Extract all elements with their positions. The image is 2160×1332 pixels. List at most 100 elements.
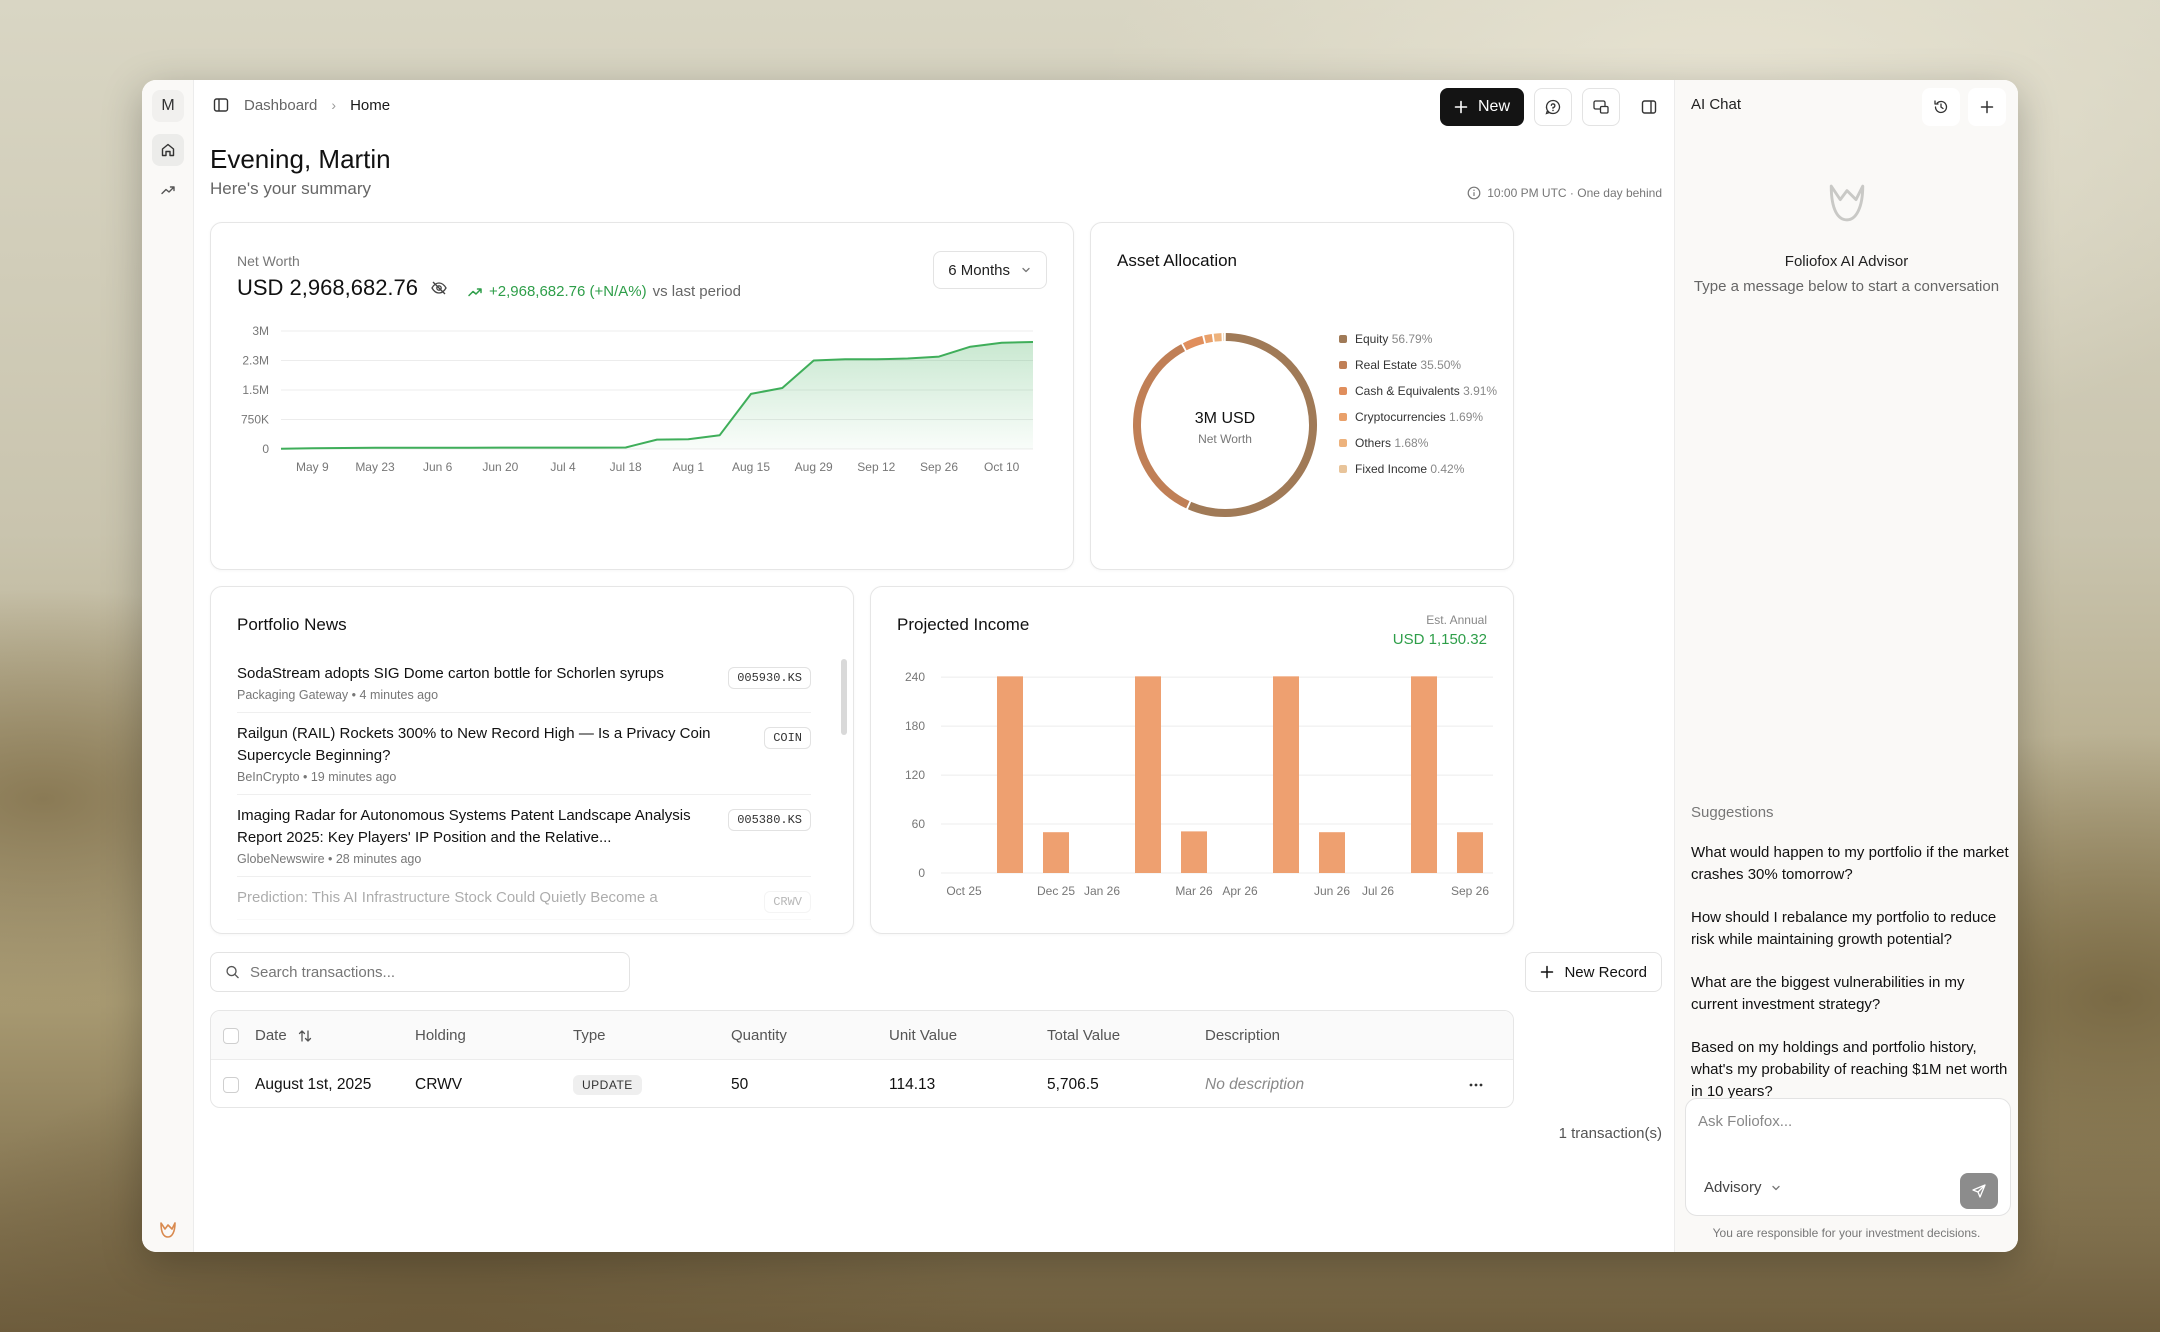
privacy-mode-button[interactable] bbox=[1582, 88, 1620, 126]
row-select-cell bbox=[223, 1060, 239, 1107]
income-bar[interactable] bbox=[1411, 676, 1437, 873]
select-all-cell bbox=[223, 1011, 239, 1060]
plus-icon bbox=[1454, 100, 1468, 114]
donut-slice[interactable] bbox=[1133, 344, 1190, 509]
row-quantity: 50 bbox=[731, 1075, 749, 1093]
net-worth-change-value: +2,968,682.76 (+N/A%) bbox=[489, 283, 647, 300]
toggle-chat-panel-button[interactable] bbox=[1630, 88, 1668, 126]
news-item[interactable]: Prediction: This AI Infrastructure Stock… bbox=[237, 877, 811, 920]
projected-income-chart: 0 60 120 180 240 Oct 25 Dec 25 Jan 26 Mar 26 Apr … bbox=[905, 670, 1493, 898]
col-date[interactable]: Date bbox=[255, 1011, 313, 1060]
chevron-down-icon bbox=[1022, 267, 1030, 273]
table-row[interactable]: August 1st, 2025 CRWV UPDATE 50 114.13 5… bbox=[211, 1060, 1513, 1107]
donut-slice[interactable] bbox=[1204, 333, 1213, 344]
sidebar-toggle-icon[interactable] bbox=[212, 96, 230, 114]
y-tick-label: 240 bbox=[905, 670, 925, 684]
suggestion-item[interactable]: Based on my holdings and portfolio histo… bbox=[1691, 1037, 2009, 1103]
mode-selector-label: Advisory bbox=[1704, 1179, 1762, 1196]
suggestion-item[interactable]: What are the biggest vulnerabilities in … bbox=[1691, 972, 2009, 1016]
news-item[interactable]: Imaging Radar for Autonomous Systems Pat… bbox=[237, 795, 811, 877]
legend-item: Cash & Equivalents 3.91% bbox=[1339, 383, 1509, 399]
news-list: SodaStream adopts SIG Dome carton bottle… bbox=[237, 653, 811, 920]
estimated-annual-value: USD 1,150.32 bbox=[1392, 631, 1487, 648]
news-ticker-badge[interactable]: CRWV bbox=[764, 891, 811, 913]
allocation-donut-chart: 3M USD Net Worth bbox=[1133, 333, 1317, 517]
mode-selector[interactable]: Advisory bbox=[1704, 1179, 1782, 1196]
x-tick-label: May 9 bbox=[296, 460, 329, 474]
x-tick-label: Sep 12 bbox=[857, 460, 895, 474]
x-tick-label: Sep 26 bbox=[1451, 884, 1489, 898]
net-worth-value: USD 2,968,682.76 bbox=[237, 275, 419, 300]
portfolio-news-title: Portfolio News bbox=[237, 615, 347, 634]
new-record-button[interactable]: New Record bbox=[1525, 952, 1662, 992]
home-icon bbox=[161, 143, 175, 157]
chat-history-button[interactable] bbox=[1922, 88, 1960, 126]
donut-slice[interactable] bbox=[1182, 335, 1205, 351]
income-bar[interactable] bbox=[1457, 832, 1483, 873]
topbar: Dashboard › Home New bbox=[194, 80, 1674, 132]
search-icon bbox=[226, 965, 239, 979]
range-dropdown[interactable]: 6 Months bbox=[933, 251, 1047, 289]
estimated-annual-label: Est. Annual bbox=[1426, 613, 1487, 627]
legend-swatch bbox=[1339, 361, 1347, 369]
info-icon bbox=[1467, 186, 1481, 200]
donut-slice[interactable] bbox=[1213, 333, 1222, 342]
sort-icon[interactable] bbox=[297, 1028, 313, 1044]
news-item[interactable]: SodaStream adopts SIG Dome carton bottle… bbox=[237, 653, 811, 713]
col-unit-value: Unit Value bbox=[889, 1027, 958, 1044]
income-bar[interactable] bbox=[1273, 676, 1299, 873]
news-headline[interactable]: Railgun (RAIL) Rockets 300% to New Recor… bbox=[237, 723, 811, 767]
row-actions-button[interactable] bbox=[1467, 1060, 1485, 1107]
plus-icon bbox=[1541, 965, 1554, 979]
suggestion-item[interactable]: What would happen to my portfolio if the… bbox=[1691, 842, 2009, 886]
send-button[interactable] bbox=[1960, 1173, 1998, 1209]
income-bar[interactable] bbox=[1319, 832, 1345, 873]
search-input[interactable] bbox=[249, 963, 615, 981]
news-item[interactable]: Railgun (RAIL) Rockets 300% to New Recor… bbox=[237, 713, 811, 795]
select-all-checkbox[interactable] bbox=[223, 1027, 239, 1044]
col-type: Type bbox=[573, 1027, 606, 1044]
x-tick-label: Aug 29 bbox=[795, 460, 833, 474]
legend-text: Cryptocurrencies 1.69% bbox=[1355, 409, 1483, 425]
news-headline[interactable]: SodaStream adopts SIG Dome carton bottle… bbox=[237, 663, 811, 685]
feedback-button[interactable] bbox=[1534, 88, 1572, 126]
avatar[interactable]: M bbox=[152, 90, 184, 122]
transaction-search[interactable] bbox=[210, 952, 630, 992]
news-headline[interactable]: Imaging Radar for Autonomous Systems Pat… bbox=[237, 805, 811, 849]
nav-home[interactable] bbox=[152, 134, 184, 166]
new-chat-button[interactable] bbox=[1968, 88, 2006, 126]
foliofox-logo-icon[interactable] bbox=[156, 1218, 180, 1242]
plus-icon bbox=[1980, 100, 1994, 114]
income-bar[interactable] bbox=[1135, 676, 1161, 873]
income-bar[interactable] bbox=[1043, 832, 1069, 873]
chat-empty-subtitle: Type a message below to start a conversa… bbox=[1693, 278, 2000, 295]
chat-actions bbox=[1922, 88, 2006, 126]
chat-input[interactable] bbox=[1698, 1113, 1988, 1153]
news-headline[interactable]: Prediction: This AI Infrastructure Stock… bbox=[237, 887, 811, 909]
news-ticker-badge[interactable]: 005930.KS bbox=[728, 667, 811, 689]
foliofox-logo-icon bbox=[1829, 184, 1864, 222]
news-scrollbar[interactable] bbox=[841, 659, 847, 735]
breadcrumb-parent[interactable]: Dashboard bbox=[244, 97, 317, 114]
trending-up-icon bbox=[161, 186, 175, 195]
legend-text: Cash & Equivalents 3.91% bbox=[1355, 383, 1497, 399]
news-ticker-badge[interactable]: 005380.KS bbox=[728, 809, 811, 831]
row-checkbox[interactable] bbox=[223, 1076, 239, 1093]
legend-item: Others 1.68% bbox=[1339, 435, 1509, 451]
legend-item: Cryptocurrencies 1.69% bbox=[1339, 409, 1509, 425]
income-bar[interactable] bbox=[1181, 831, 1207, 873]
top-actions: New bbox=[1439, 88, 1668, 126]
row-type-cell: UPDATE bbox=[573, 1060, 642, 1107]
y-tick-label: 60 bbox=[912, 817, 926, 831]
eye-off-icon[interactable] bbox=[430, 279, 448, 297]
chat-title: AI Chat bbox=[1691, 96, 1742, 113]
news-ticker-badge[interactable]: COIN bbox=[764, 727, 811, 749]
col-total-value: Total Value bbox=[1047, 1027, 1121, 1044]
news-time: 4 minutes ago bbox=[359, 688, 439, 702]
legend-name: Fixed Income bbox=[1355, 462, 1428, 476]
income-bar[interactable] bbox=[997, 676, 1023, 873]
net-worth-change-suffix: vs last period bbox=[652, 283, 741, 300]
suggestion-item[interactable]: How should I rebalance my portfolio to r… bbox=[1691, 907, 2009, 951]
new-button[interactable]: New bbox=[1439, 88, 1524, 126]
nav-performance[interactable] bbox=[152, 174, 184, 206]
